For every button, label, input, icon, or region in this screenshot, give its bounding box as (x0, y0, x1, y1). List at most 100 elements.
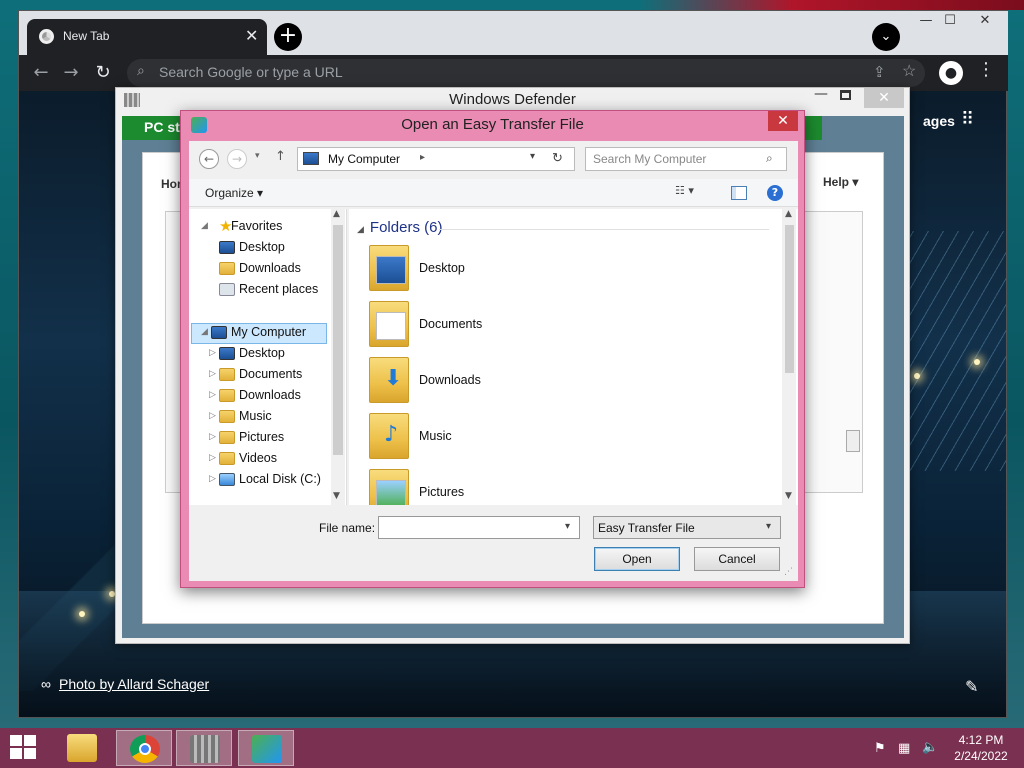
file-type-select[interactable]: Easy Transfer File ▾ (593, 516, 781, 539)
resize-grip-icon[interactable]: ⋰ (784, 567, 793, 577)
background-lamp (914, 373, 920, 379)
search-icon: ⌕ (137, 62, 145, 78)
nav-computer-music[interactable]: ▷ Music (189, 407, 329, 428)
breadcrumb-chevron-icon[interactable]: ▸ (420, 152, 425, 163)
expand-arrow-icon[interactable]: ▷ (209, 347, 216, 358)
collapse-arrow-icon[interactable]: ◢ (201, 220, 208, 231)
collapse-arrow-icon[interactable]: ◢ (201, 326, 208, 337)
recent-locations-chevron-icon[interactable]: ▾ (255, 151, 260, 161)
address-bar[interactable]: My Computer ▸ ▾ ↻ (297, 147, 575, 171)
expand-arrow-icon[interactable]: ▷ (209, 452, 216, 463)
nav-computer-videos[interactable]: ▷ Videos (189, 449, 329, 470)
share-icon[interactable]: ⇪ (873, 63, 886, 81)
profile-avatar[interactable]: ● (939, 61, 963, 85)
new-tab-button[interactable]: + (274, 23, 302, 51)
expand-arrow-icon[interactable]: ▷ (209, 368, 216, 379)
nav-scrollbar[interactable]: ▲ ▼ (331, 209, 345, 505)
dialog-close-button[interactable]: ✕ (768, 111, 798, 131)
address-location[interactable]: My Computer (328, 152, 400, 166)
nav-my-computer[interactable]: ◢ My Computer (189, 323, 329, 344)
nav-label: Desktop (239, 346, 285, 360)
nav-computer-pictures[interactable]: ▷ Pictures (189, 428, 329, 449)
dialog-title: Open an Easy Transfer File (401, 116, 584, 133)
expand-arrow-icon[interactable]: ▷ (209, 431, 216, 442)
menu-icon[interactable]: ⋮ (977, 59, 995, 80)
cancel-button[interactable]: Cancel (694, 547, 780, 571)
file-list-scrollbar[interactable]: ▲ ▼ (782, 209, 796, 505)
nav-favorites-downloads[interactable]: Downloads (189, 259, 329, 280)
computer-icon (303, 152, 319, 165)
scroll-up-icon[interactable]: ▲ (785, 209, 792, 219)
refresh-icon[interactable]: ↻ (552, 150, 563, 166)
nav-computer-local-disk[interactable]: ▷ Local Disk (C:) (189, 470, 329, 491)
organize-menu[interactable]: Organize ▾ (205, 186, 263, 200)
tab-close-icon[interactable]: ✕ (245, 26, 258, 46)
expand-arrow-icon[interactable]: ▷ (209, 410, 216, 421)
omnibox[interactable]: ⌕ Search Google or type a URL ⇪ ☆ (127, 59, 925, 87)
folder-item-documents[interactable]: Documents (369, 301, 729, 353)
defender-maximize-button[interactable] (840, 90, 851, 100)
maximize-button[interactable]: ☐ (935, 13, 965, 33)
expand-arrow-icon[interactable]: ▷ (209, 389, 216, 400)
back-arrow-icon[interactable]: ← (199, 149, 219, 169)
tab-new-tab[interactable]: New Tab ✕ (27, 19, 267, 55)
windows-start-icon[interactable] (10, 735, 38, 761)
images-link[interactable]: ages (923, 113, 955, 129)
search-input[interactable]: Search My Computer ⌕ (585, 147, 787, 171)
nav-favorites[interactable]: ◢ ★ Favorites (189, 217, 329, 238)
nav-computer-downloads[interactable]: ▷ Downloads (189, 386, 329, 407)
volume-muted-icon[interactable]: 🔈 (922, 740, 938, 755)
taskbar-windows-defender[interactable] (176, 730, 232, 766)
reload-button[interactable]: ↻ (91, 61, 115, 85)
tab-search-button[interactable]: ⌄ (872, 23, 900, 51)
nav-favorites-desktop[interactable]: Desktop (189, 238, 329, 259)
taskbar-chrome[interactable] (116, 730, 172, 766)
pictures-icon (219, 431, 235, 444)
change-view-icon[interactable]: ☷ ▾ (675, 184, 711, 202)
taskbar-file-explorer[interactable] (54, 730, 110, 766)
file-name-field[interactable]: ▾ (378, 516, 580, 539)
bookmark-star-icon[interactable]: ☆ (902, 61, 916, 81)
defender-close-button[interactable]: ✕ (864, 88, 904, 108)
scroll-up-icon[interactable]: ▲ (333, 209, 340, 219)
file-list-scroll-thumb[interactable] (785, 225, 794, 373)
folder-item-pictures[interactable]: Pictures (369, 469, 729, 505)
folder-item-desktop[interactable]: Desktop (369, 245, 729, 297)
defender-help-menu[interactable]: Help ▾ (823, 175, 858, 189)
forward-arrow-icon[interactable]: → (227, 149, 247, 169)
help-icon[interactable]: ? (767, 185, 783, 201)
folder-item-music[interactable]: ♪ Music (369, 413, 729, 465)
apps-grid-icon[interactable]: ⠿ (961, 111, 975, 129)
chevron-down-icon[interactable]: ▾ (565, 521, 570, 532)
nav-computer-documents[interactable]: ▷ Documents (189, 365, 329, 386)
network-icon[interactable]: ▦ (898, 741, 910, 756)
preview-pane-icon[interactable] (731, 186, 747, 200)
action-center-flag-icon[interactable]: ⚑ (874, 741, 886, 756)
defender-minimize-button[interactable]: — (814, 86, 828, 102)
nav-computer-desktop[interactable]: ▷ Desktop (189, 344, 329, 365)
defender-scroll-button[interactable] (846, 430, 860, 452)
scroll-down-icon[interactable]: ▼ (333, 491, 340, 501)
address-dropdown-icon[interactable]: ▾ (530, 151, 535, 162)
back-button[interactable]: ← (29, 61, 53, 85)
up-arrow-icon[interactable]: ↑ (275, 149, 286, 164)
open-button[interactable]: Open (594, 547, 680, 571)
chevron-down-icon[interactable]: ▾ (766, 521, 771, 532)
system-clock[interactable]: 4:12 PM 2/24/2022 (950, 732, 1012, 764)
scroll-down-icon[interactable]: ▼ (785, 491, 792, 501)
address-row: ← → ▾ ↑ My Computer ▸ ▾ ↻ Search My Comp… (189, 141, 798, 177)
expand-arrow-icon[interactable]: ▷ (209, 473, 216, 484)
nav-label: Recent places (239, 282, 319, 296)
photo-credit-text[interactable]: Photo by Allard Schager (59, 676, 209, 692)
close-button[interactable]: ✕ (963, 13, 1007, 33)
photo-credit[interactable]: ∞ Photo by Allard Schager (41, 676, 209, 692)
folder-item-downloads[interactable]: ⬇ Downloads (369, 357, 729, 409)
customize-pencil-icon[interactable]: ✎ (965, 677, 978, 696)
taskbar-easy-transfer[interactable] (238, 730, 294, 766)
nav-favorites-recent[interactable]: Recent places (189, 280, 329, 301)
collapse-arrow-icon[interactable]: ◢ (357, 224, 364, 234)
nav-scroll-thumb[interactable] (333, 225, 343, 455)
forward-button[interactable]: → (59, 61, 83, 85)
background-bridge-cables (899, 231, 1006, 471)
folders-group-header[interactable]: ◢ Folders (6) (357, 219, 442, 236)
